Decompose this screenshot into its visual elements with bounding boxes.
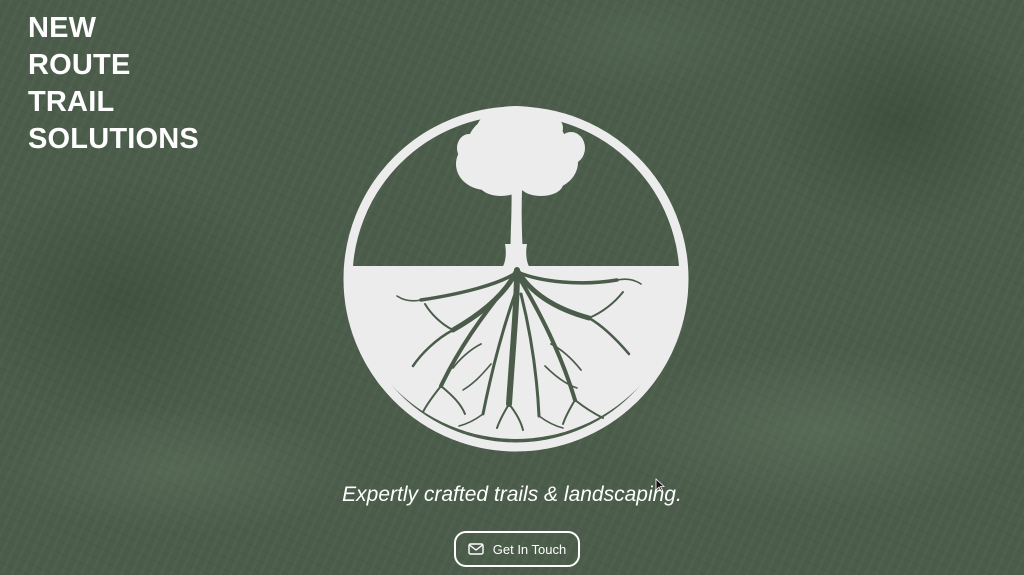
mail-icon xyxy=(468,543,484,555)
brand-line-1: NEW xyxy=(28,12,97,44)
brand-line-3: TRAIL xyxy=(28,86,115,118)
get-in-touch-label: Get In Touch xyxy=(492,541,567,557)
get-in-touch-button[interactable]: Get In Touch xyxy=(454,531,580,567)
mouse-pointer-icon xyxy=(655,478,665,492)
brand-line-2: ROUTE xyxy=(28,49,131,81)
tree-with-roots-icon xyxy=(343,106,689,452)
brand-logo-text[interactable]: NEW ROUTE TRAIL SOLUTIONS xyxy=(28,10,199,158)
tree-canopy xyxy=(456,106,585,270)
brand-line-4: SOLUTIONS xyxy=(28,123,199,155)
hero-tagline: Expertly crafted trails & landscaping. xyxy=(342,483,682,506)
